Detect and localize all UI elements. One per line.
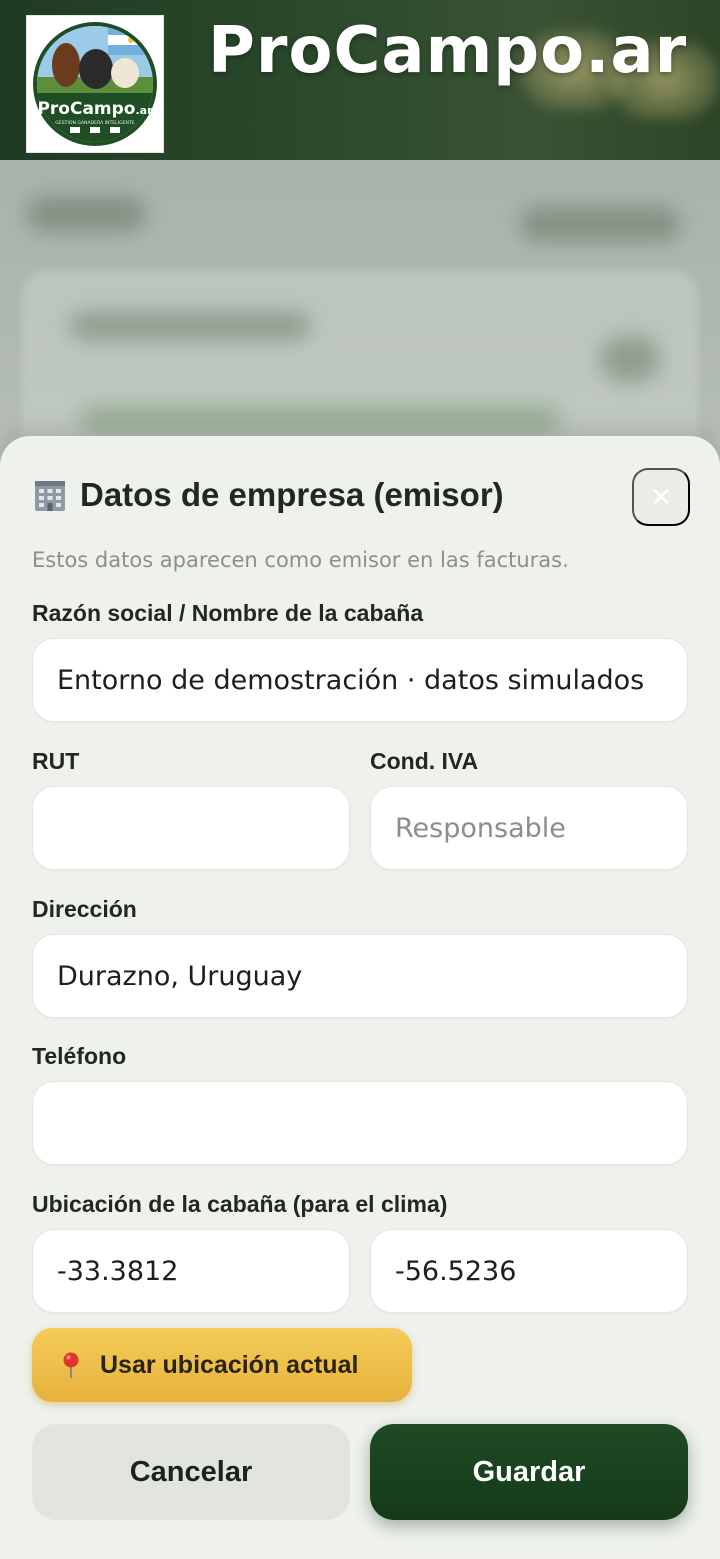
cond-iva-label: Cond. IVA [370, 748, 479, 774]
background-blob [520, 206, 680, 242]
brand-title: ProCampo.ar [208, 14, 688, 88]
procampo-logo: ProCampo.ar GESTIÓN GANADERA INTELIGENTE [26, 15, 164, 153]
telefono-label: Teléfono [32, 1043, 127, 1069]
logo-emblem-icon: ProCampo.ar GESTIÓN GANADERA INTELIGENTE [33, 22, 157, 146]
map-pin-icon [63, 1352, 79, 1378]
close-button[interactable]: ✕ [632, 468, 690, 526]
logo-text: ProCampo [37, 99, 135, 119]
rut-label: RUT [32, 748, 80, 774]
cond-iva-input[interactable] [370, 786, 688, 870]
save-button[interactable]: Guardar [370, 1424, 688, 1520]
company-data-modal: Datos de empresa (emisor) ✕ Estos datos … [0, 436, 720, 1559]
latitude-input[interactable] [32, 1229, 350, 1313]
close-icon: ✕ [650, 481, 672, 512]
rut-input[interactable] [32, 786, 350, 870]
logo-suffix: .ar [136, 104, 154, 117]
office-building-icon [35, 481, 65, 511]
background-blob [80, 406, 560, 432]
direccion-input[interactable] [32, 934, 688, 1018]
cancel-button[interactable]: Cancelar [32, 1424, 350, 1520]
modal-subtitle: Estos datos aparecen como emisor en las … [32, 548, 569, 572]
modal-title: Datos de empresa (emisor) [80, 476, 504, 513]
longitude-input[interactable] [370, 1229, 688, 1313]
razon-social-label: Razón social / Nombre de la cabaña [32, 600, 424, 626]
background-blob [26, 196, 146, 232]
background-blob [600, 336, 660, 382]
ubicacion-label: Ubicación de la cabaña (para el clima) [32, 1191, 448, 1217]
use-current-location-label: Usar ubicación actual [100, 1350, 359, 1379]
razon-social-input[interactable] [32, 638, 688, 722]
background-blob [70, 312, 310, 340]
telefono-input[interactable] [32, 1081, 688, 1165]
modal-header: Datos de empresa (emisor) [32, 476, 504, 514]
use-current-location-button[interactable]: Usar ubicación actual [32, 1328, 412, 1402]
direccion-label: Dirección [32, 896, 137, 922]
logo-tagline: GESTIÓN GANADERA INTELIGENTE [55, 119, 134, 126]
